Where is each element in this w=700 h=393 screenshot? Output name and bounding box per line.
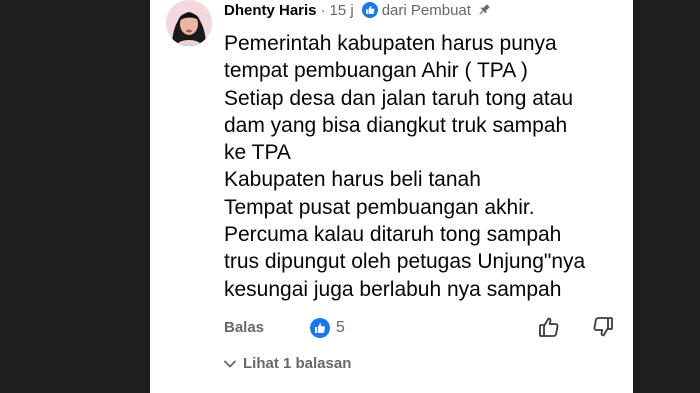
comment-line: ke TPA — [224, 141, 291, 165]
comment-line: Tempat pusat pembuangan akhir. — [224, 195, 535, 219]
like-badge-icon — [361, 2, 378, 18]
reply-button[interactable]: Balas — [224, 319, 264, 336]
comment-line: Percuma kalau ditaruh tong sampah — [224, 223, 562, 247]
comment-line: Kabupaten harus beli tanah — [224, 168, 481, 192]
comment-time[interactable]: 15 j — [330, 2, 354, 19]
like-reaction-icon — [310, 318, 330, 338]
author-name[interactable]: Dhenty Haris — [224, 2, 317, 19]
chevron-down-icon — [224, 360, 236, 368]
comment-line: trus dipungut oleh petugas Unjung"nya — [224, 250, 586, 274]
comment-text: Pemerintah kabupaten harus punya tempat … — [224, 30, 624, 303]
comment-line: Pemerintah kabupaten harus punya — [224, 32, 557, 55]
avatar[interactable] — [166, 0, 212, 46]
comment-card: Dhenty Haris · 15 j dari Pembuat Pemerin… — [150, 0, 633, 393]
reaction-summary[interactable]: 5 — [310, 318, 345, 338]
comment-line: dam yang bisa diangkut truk sampah — [224, 113, 568, 137]
comment-line: kesungai juga berlabuh nya sampah — [224, 277, 562, 301]
comment-header: Dhenty Haris · 15 j dari Pembuat — [224, 0, 491, 20]
right-dark-margin — [633, 0, 700, 393]
header-separator: · — [320, 1, 326, 19]
comment-line: Setiap desa dan jalan taruh tong atau — [224, 86, 574, 110]
thumbs-up-icon[interactable] — [538, 316, 560, 343]
author-badge: dari Pembuat — [381, 1, 471, 19]
thumbs-down-icon[interactable] — [592, 316, 614, 343]
view-replies-label: Lihat 1 balasan — [243, 355, 352, 372]
left-dark-margin — [0, 0, 150, 393]
comment-actions: Balas 5 — [224, 316, 624, 343]
comment-line: tempat pembuangan Ahir ( TPA ) — [224, 59, 528, 83]
view-replies-link[interactable]: Lihat 1 balasan — [224, 355, 351, 372]
pin-icon — [477, 3, 491, 17]
like-count: 5 — [336, 319, 345, 336]
